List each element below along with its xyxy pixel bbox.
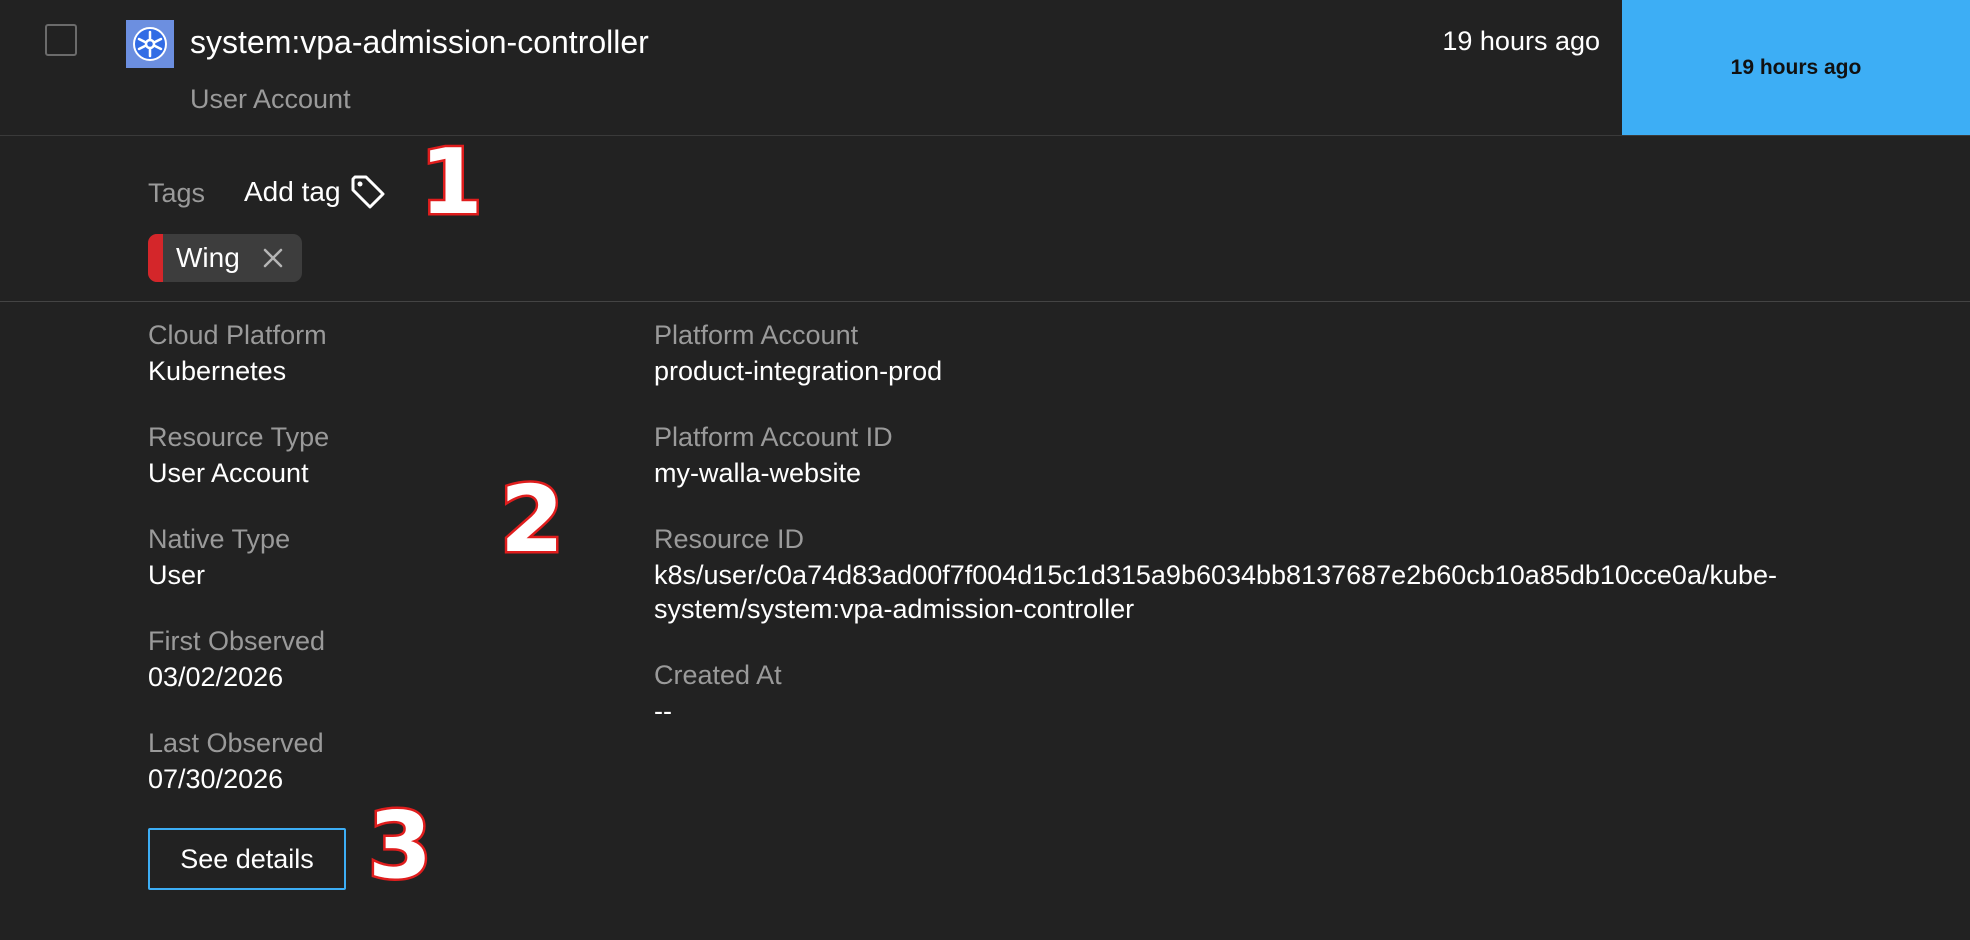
kubernetes-logo-icon (126, 20, 174, 68)
last-observed-label: Last Observed (148, 728, 324, 758)
close-icon[interactable] (262, 247, 284, 269)
created-at-value: -- (654, 696, 672, 726)
tag-chip-wing[interactable]: Wing (148, 234, 302, 282)
platform-account-id-label: Platform Account ID (654, 422, 893, 452)
row-checkbox[interactable] (45, 24, 77, 56)
resource-id-value: k8s/user/c0a74d83ad00f7f004d15c1d315a9b6… (654, 560, 1778, 624)
add-tag-label: Add tag (244, 176, 341, 207)
last-seen-time: 19 hours ago (1442, 26, 1600, 56)
native-type-label: Native Type (148, 524, 291, 554)
cloud-platform-label: Cloud Platform (148, 320, 327, 350)
platform-account-label: Platform Account (654, 320, 859, 350)
tags-label: Tags (148, 178, 206, 208)
time-highlight-cell: 19 hours ago (1622, 0, 1970, 135)
native-type-value: User (148, 560, 206, 590)
tag-label: Wing (176, 242, 240, 273)
annotation-marker-1: 1 (418, 130, 486, 235)
created-at-label: Created At (654, 660, 782, 690)
see-details-button[interactable]: See details (148, 828, 346, 890)
resource-name[interactable]: system:vpa-admission-controller (190, 24, 649, 61)
platform-account-value: product-integration-prod (654, 356, 943, 386)
last-observed-value: 07/30/2026 (148, 764, 284, 794)
add-tag-button[interactable]: Add tag (244, 172, 389, 212)
annotation-marker-2: 2 (497, 466, 566, 573)
first-observed-label: First Observed (148, 626, 326, 656)
platform-account-id-value: my-walla-website (654, 458, 862, 488)
resource-type-value: User Account (148, 458, 309, 488)
cloud-platform-value: Kubernetes (148, 356, 287, 386)
annotation-marker-3: 3 (365, 792, 434, 899)
tag-color-indicator (148, 234, 163, 282)
resource-subtype: User Account (190, 84, 351, 114)
tags-section: Tags Add tag Wing (0, 136, 1970, 302)
resource-type-label: Resource Type (148, 422, 330, 452)
tag-icon (347, 171, 389, 213)
resource-row-header[interactable]: system:vpa-admission-controller User Acc… (0, 0, 1970, 136)
resource-id-label: Resource ID (654, 524, 805, 554)
first-observed-value: 03/02/2026 (148, 662, 284, 692)
